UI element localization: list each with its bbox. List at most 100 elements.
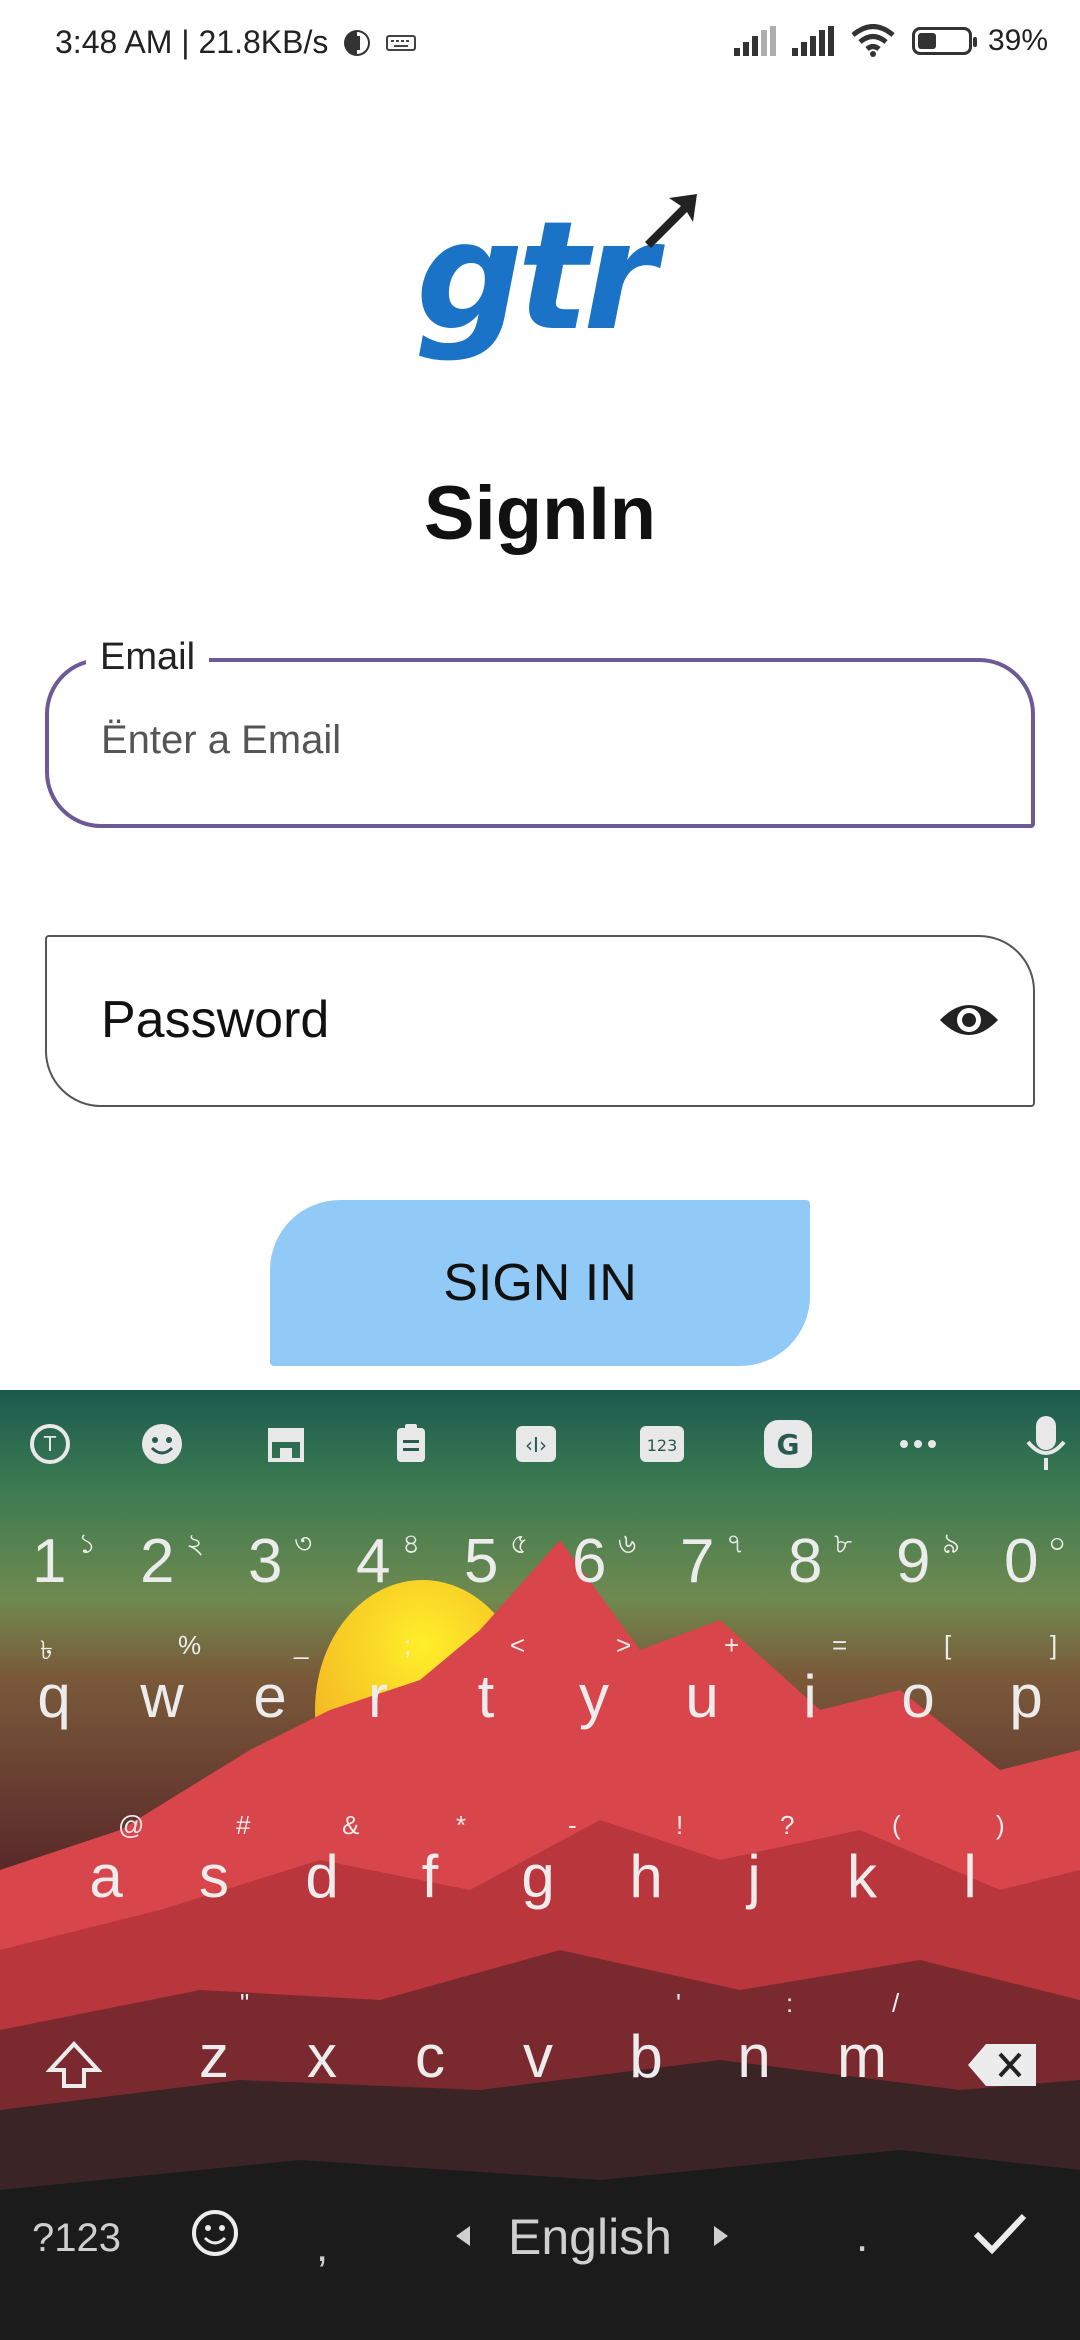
- key-c[interactable]: c: [380, 2022, 480, 2091]
- translate-icon[interactable]: T: [24, 1418, 76, 1470]
- key-d[interactable]: d: [272, 1842, 372, 1911]
- comma-key[interactable]: ,: [316, 2222, 328, 2272]
- key-j[interactable]: j: [704, 1842, 804, 1911]
- text-edit-icon[interactable]: ‹I›: [510, 1418, 562, 1470]
- key-2-hint: ২: [186, 1528, 205, 1559]
- key-p[interactable]: p: [976, 1662, 1076, 1731]
- key-q[interactable]: q: [4, 1662, 104, 1731]
- emoji-key-icon[interactable]: [190, 2208, 240, 2258]
- key-f-hint: *: [456, 1810, 467, 1840]
- app-logo: gtr: [416, 190, 697, 370]
- key-1[interactable]: 1: [32, 1526, 66, 1597]
- key-p-hint: ]: [1050, 1630, 1058, 1660]
- key-6-hint: ৬: [618, 1528, 637, 1559]
- signin-button[interactable]: SIGN IN: [270, 1200, 810, 1366]
- key-b-hint: ': [676, 1988, 681, 2018]
- key-k-hint: (: [892, 1810, 901, 1840]
- signal-icon: [733, 26, 776, 56]
- key-i-hint: =: [832, 1630, 848, 1660]
- key-u[interactable]: u: [652, 1662, 752, 1731]
- key-e[interactable]: e: [220, 1662, 320, 1731]
- key-5-hint: ৫: [510, 1528, 529, 1559]
- key-r[interactable]: r: [328, 1662, 428, 1731]
- key-o[interactable]: o: [868, 1662, 968, 1731]
- eye-icon[interactable]: [938, 996, 1000, 1044]
- key-y[interactable]: y: [544, 1662, 644, 1731]
- key-n[interactable]: n: [704, 2022, 804, 2091]
- key-y-hint: >: [616, 1630, 632, 1660]
- key-3[interactable]: 3: [248, 1526, 282, 1597]
- keyboard-icon: [386, 34, 417, 51]
- key-3-hint: ৩: [294, 1528, 313, 1559]
- key-7[interactable]: 7: [680, 1526, 714, 1597]
- key-f[interactable]: f: [380, 1842, 480, 1911]
- status-bar: 3:48 AM | 21.8KB/s 39%: [0, 0, 1080, 96]
- language-left-arrow-icon: [456, 2226, 470, 2246]
- key-b[interactable]: b: [596, 2022, 696, 2091]
- key-t-hint: <: [510, 1630, 526, 1660]
- key-a[interactable]: a: [56, 1842, 156, 1911]
- key-o-hint: [: [944, 1630, 952, 1660]
- key-z-hint: ": [240, 1988, 250, 2018]
- key-d-hint: &: [342, 1810, 360, 1840]
- emoji-icon[interactable]: [136, 1418, 188, 1470]
- key-8[interactable]: 8: [788, 1526, 822, 1597]
- page-title: SignIn: [423, 471, 657, 556]
- key-k[interactable]: k: [812, 1842, 912, 1911]
- svg-text:T: T: [43, 1432, 57, 1456]
- key-u-hint: +: [724, 1630, 740, 1660]
- microphone-icon[interactable]: [1020, 1416, 1072, 1470]
- backspace-icon[interactable]: [966, 2040, 1040, 2090]
- key-5[interactable]: 5: [464, 1526, 498, 1597]
- check-icon[interactable]: [972, 2210, 1028, 2256]
- signal-icon-2: [791, 26, 834, 56]
- key-9-hint: ৯: [942, 1528, 961, 1559]
- key-2[interactable]: 2: [140, 1526, 174, 1597]
- key-l[interactable]: l: [920, 1842, 1020, 1911]
- keyboard-toolbar: T ‹I› 123 G: [0, 1390, 1080, 1500]
- key-t[interactable]: t: [436, 1662, 536, 1731]
- wifi-icon: [851, 24, 895, 57]
- spacebar-language[interactable]: English: [508, 2208, 672, 2266]
- key-0[interactable]: 0: [1004, 1526, 1038, 1597]
- battery-percent: 39%: [987, 24, 1048, 57]
- key-m[interactable]: m: [812, 2022, 912, 2091]
- store-icon[interactable]: [260, 1418, 312, 1470]
- key-4[interactable]: 4: [356, 1526, 390, 1597]
- number-pad-icon[interactable]: 123: [636, 1418, 688, 1470]
- key-v[interactable]: v: [488, 2022, 588, 2091]
- key-g-hint: -: [568, 1810, 577, 1840]
- password-label: Password: [101, 991, 330, 1049]
- key-w[interactable]: w: [112, 1662, 212, 1731]
- key-e-hint: _: [294, 1630, 309, 1660]
- key-l-hint: ): [996, 1810, 1005, 1840]
- logo-text: gtr: [416, 190, 657, 364]
- key-1-hint: ১: [78, 1528, 97, 1559]
- arrow-icon: [645, 194, 697, 248]
- key-9[interactable]: 9: [896, 1526, 930, 1597]
- email-label: Email: [86, 636, 210, 679]
- key-i[interactable]: i: [760, 1662, 860, 1731]
- key-z[interactable]: z: [164, 2022, 264, 2091]
- key-h[interactable]: h: [596, 1842, 696, 1911]
- soft-keyboard: T ‹I› 123 G 1 ১ 2 ২ 3 ৩ 4 ৪ 5 ৫ 6 ৬ 7 ৭ …: [0, 1390, 1080, 2340]
- svg-text:123: 123: [647, 1436, 678, 1455]
- grammarly-icon[interactable]: G: [762, 1418, 814, 1470]
- key-x[interactable]: x: [272, 2022, 372, 2091]
- more-icon[interactable]: [892, 1418, 944, 1470]
- data-saver-icon: [344, 29, 371, 56]
- battery-icon: [911, 27, 977, 55]
- key-s[interactable]: s: [164, 1842, 264, 1911]
- key-6[interactable]: 6: [572, 1526, 606, 1597]
- svg-text:‹I›: ‹I›: [525, 1433, 547, 1457]
- key-w-hint: %: [178, 1630, 202, 1660]
- key-g[interactable]: g: [488, 1842, 588, 1911]
- clipboard-icon[interactable]: [385, 1418, 437, 1470]
- key-0-hint: ০: [1048, 1528, 1067, 1559]
- key-4-hint: ৪: [402, 1528, 421, 1559]
- period-key[interactable]: .: [856, 2212, 868, 2262]
- symbols-key[interactable]: ?123: [32, 2216, 121, 2261]
- language-right-arrow-icon: [714, 2226, 728, 2246]
- key-j-hint: ?: [780, 1810, 795, 1840]
- shift-icon[interactable]: [46, 2040, 102, 2090]
